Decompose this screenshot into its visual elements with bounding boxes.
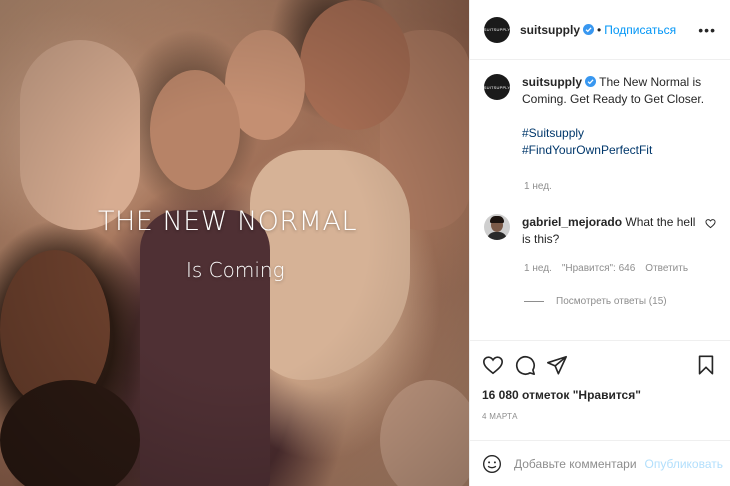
commenter-username[interactable]: gabriel_mejorado xyxy=(522,215,622,229)
share-paper-plane-icon[interactable] xyxy=(546,354,568,376)
view-replies-label: Посмотреть ответы (15) xyxy=(556,296,667,307)
header-separator: • xyxy=(597,22,602,37)
comments-list[interactable]: SUITSUPPLY suitsupply The New Normal is … xyxy=(470,60,730,340)
post-image[interactable]: THE NEW NORMAL Is Coming xyxy=(0,0,469,486)
caption-username[interactable]: suitsupply xyxy=(522,75,582,89)
comment-meta: 1 нед. "Нравится": 646 Ответить xyxy=(524,263,716,274)
post-actions: 16 080 отметок "Нравится" 4 марта xyxy=(470,340,730,421)
verified-badge-icon xyxy=(585,76,597,87)
hashtag-link[interactable]: #FindYourOwnPerfectFit xyxy=(522,143,652,157)
reply-button[interactable]: Ответить xyxy=(645,263,688,274)
more-options-icon[interactable]: ••• xyxy=(698,22,716,38)
post-date[interactable]: 4 марта xyxy=(482,412,717,421)
caption-hashtags: #Suitsupply #FindYourOwnPerfectFit xyxy=(522,125,716,159)
caption: SUITSUPPLY suitsupply The New Normal is … xyxy=(484,74,716,159)
commenter-avatar[interactable] xyxy=(484,214,510,240)
verified-badge-icon xyxy=(583,24,595,35)
likes-count[interactable]: 16 080 отметок "Нравится" xyxy=(482,388,717,402)
comment-item: gabriel_mejorado What the hell is this? xyxy=(484,214,716,248)
like-heart-icon[interactable] xyxy=(482,354,504,376)
caption-avatar[interactable]: SUITSUPPLY xyxy=(484,74,510,100)
hashtag-link[interactable]: #Suitsupply xyxy=(522,126,584,140)
comment-time[interactable]: 1 нед. xyxy=(524,263,552,274)
caption-text: suitsupply The New Normal is Coming. Get… xyxy=(522,74,716,159)
follow-button[interactable]: Подписаться xyxy=(604,23,676,37)
emoji-smiley-icon[interactable] xyxy=(482,454,502,474)
account-username[interactable]: suitsupply xyxy=(520,23,580,37)
publish-button[interactable]: Опубликовать xyxy=(645,457,723,471)
instagram-post: THE NEW NORMAL Is Coming SUITSUPPLY suit… xyxy=(0,0,730,486)
comment-input[interactable] xyxy=(514,456,636,471)
avatar-hair xyxy=(490,216,504,223)
photo-vignette xyxy=(0,0,469,486)
caption-time[interactable]: 1 нед. xyxy=(524,181,716,192)
post-side-panel: SUITSUPPLY suitsupply • Подписаться ••• … xyxy=(469,0,730,486)
image-subline: Is Coming xyxy=(186,258,285,282)
like-comment-heart-icon[interactable] xyxy=(705,218,716,229)
comment-text: gabriel_mejorado What the hell is this? xyxy=(522,214,716,248)
post-header: SUITSUPPLY suitsupply • Подписаться ••• xyxy=(470,0,730,60)
comment-likes-count[interactable]: "Нравится": 646 xyxy=(562,263,635,274)
action-icons-row xyxy=(482,351,717,379)
comment-bubble-icon[interactable] xyxy=(514,354,536,376)
avatar-body xyxy=(487,232,507,240)
replies-divider-line xyxy=(524,301,544,302)
view-replies-button[interactable]: Посмотреть ответы (15) xyxy=(524,296,716,307)
add-comment-bar: Опубликовать xyxy=(470,440,730,486)
image-headline: THE NEW NORMAL xyxy=(98,206,357,237)
save-bookmark-icon[interactable] xyxy=(695,354,717,376)
account-avatar[interactable]: SUITSUPPLY xyxy=(484,16,510,43)
